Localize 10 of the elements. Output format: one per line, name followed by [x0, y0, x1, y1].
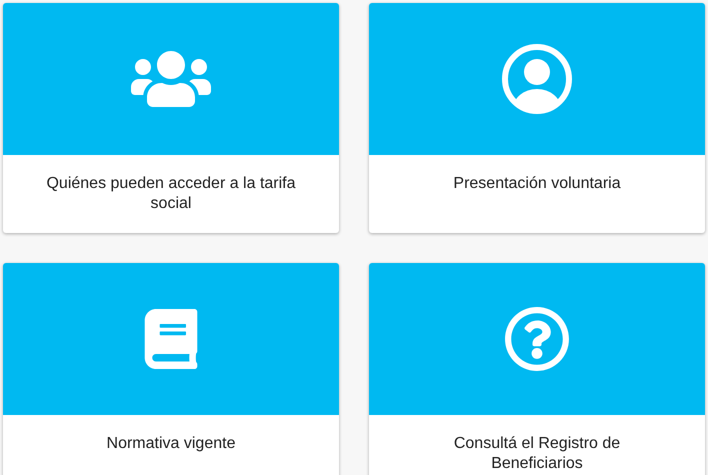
- card-title: Presentación voluntaria: [453, 174, 621, 194]
- topic-card[interactable]: Normativa vigente: [3, 263, 339, 475]
- topic-card[interactable]: Quiénes pueden acceder a la tarifa social: [3, 3, 339, 233]
- topic-card[interactable]: Presentación voluntaria: [369, 3, 705, 233]
- card-title: Quiénes pueden acceder a la tarifa social: [45, 174, 297, 214]
- topic-card[interactable]: Consultá el Registro de Beneficiarios: [369, 263, 705, 475]
- card-title: Normativa vigente: [106, 434, 236, 454]
- help-icon: [504, 306, 570, 372]
- card-title: Consultá el Registro de Beneficiarios: [452, 434, 622, 474]
- user-circle-icon: [501, 43, 573, 115]
